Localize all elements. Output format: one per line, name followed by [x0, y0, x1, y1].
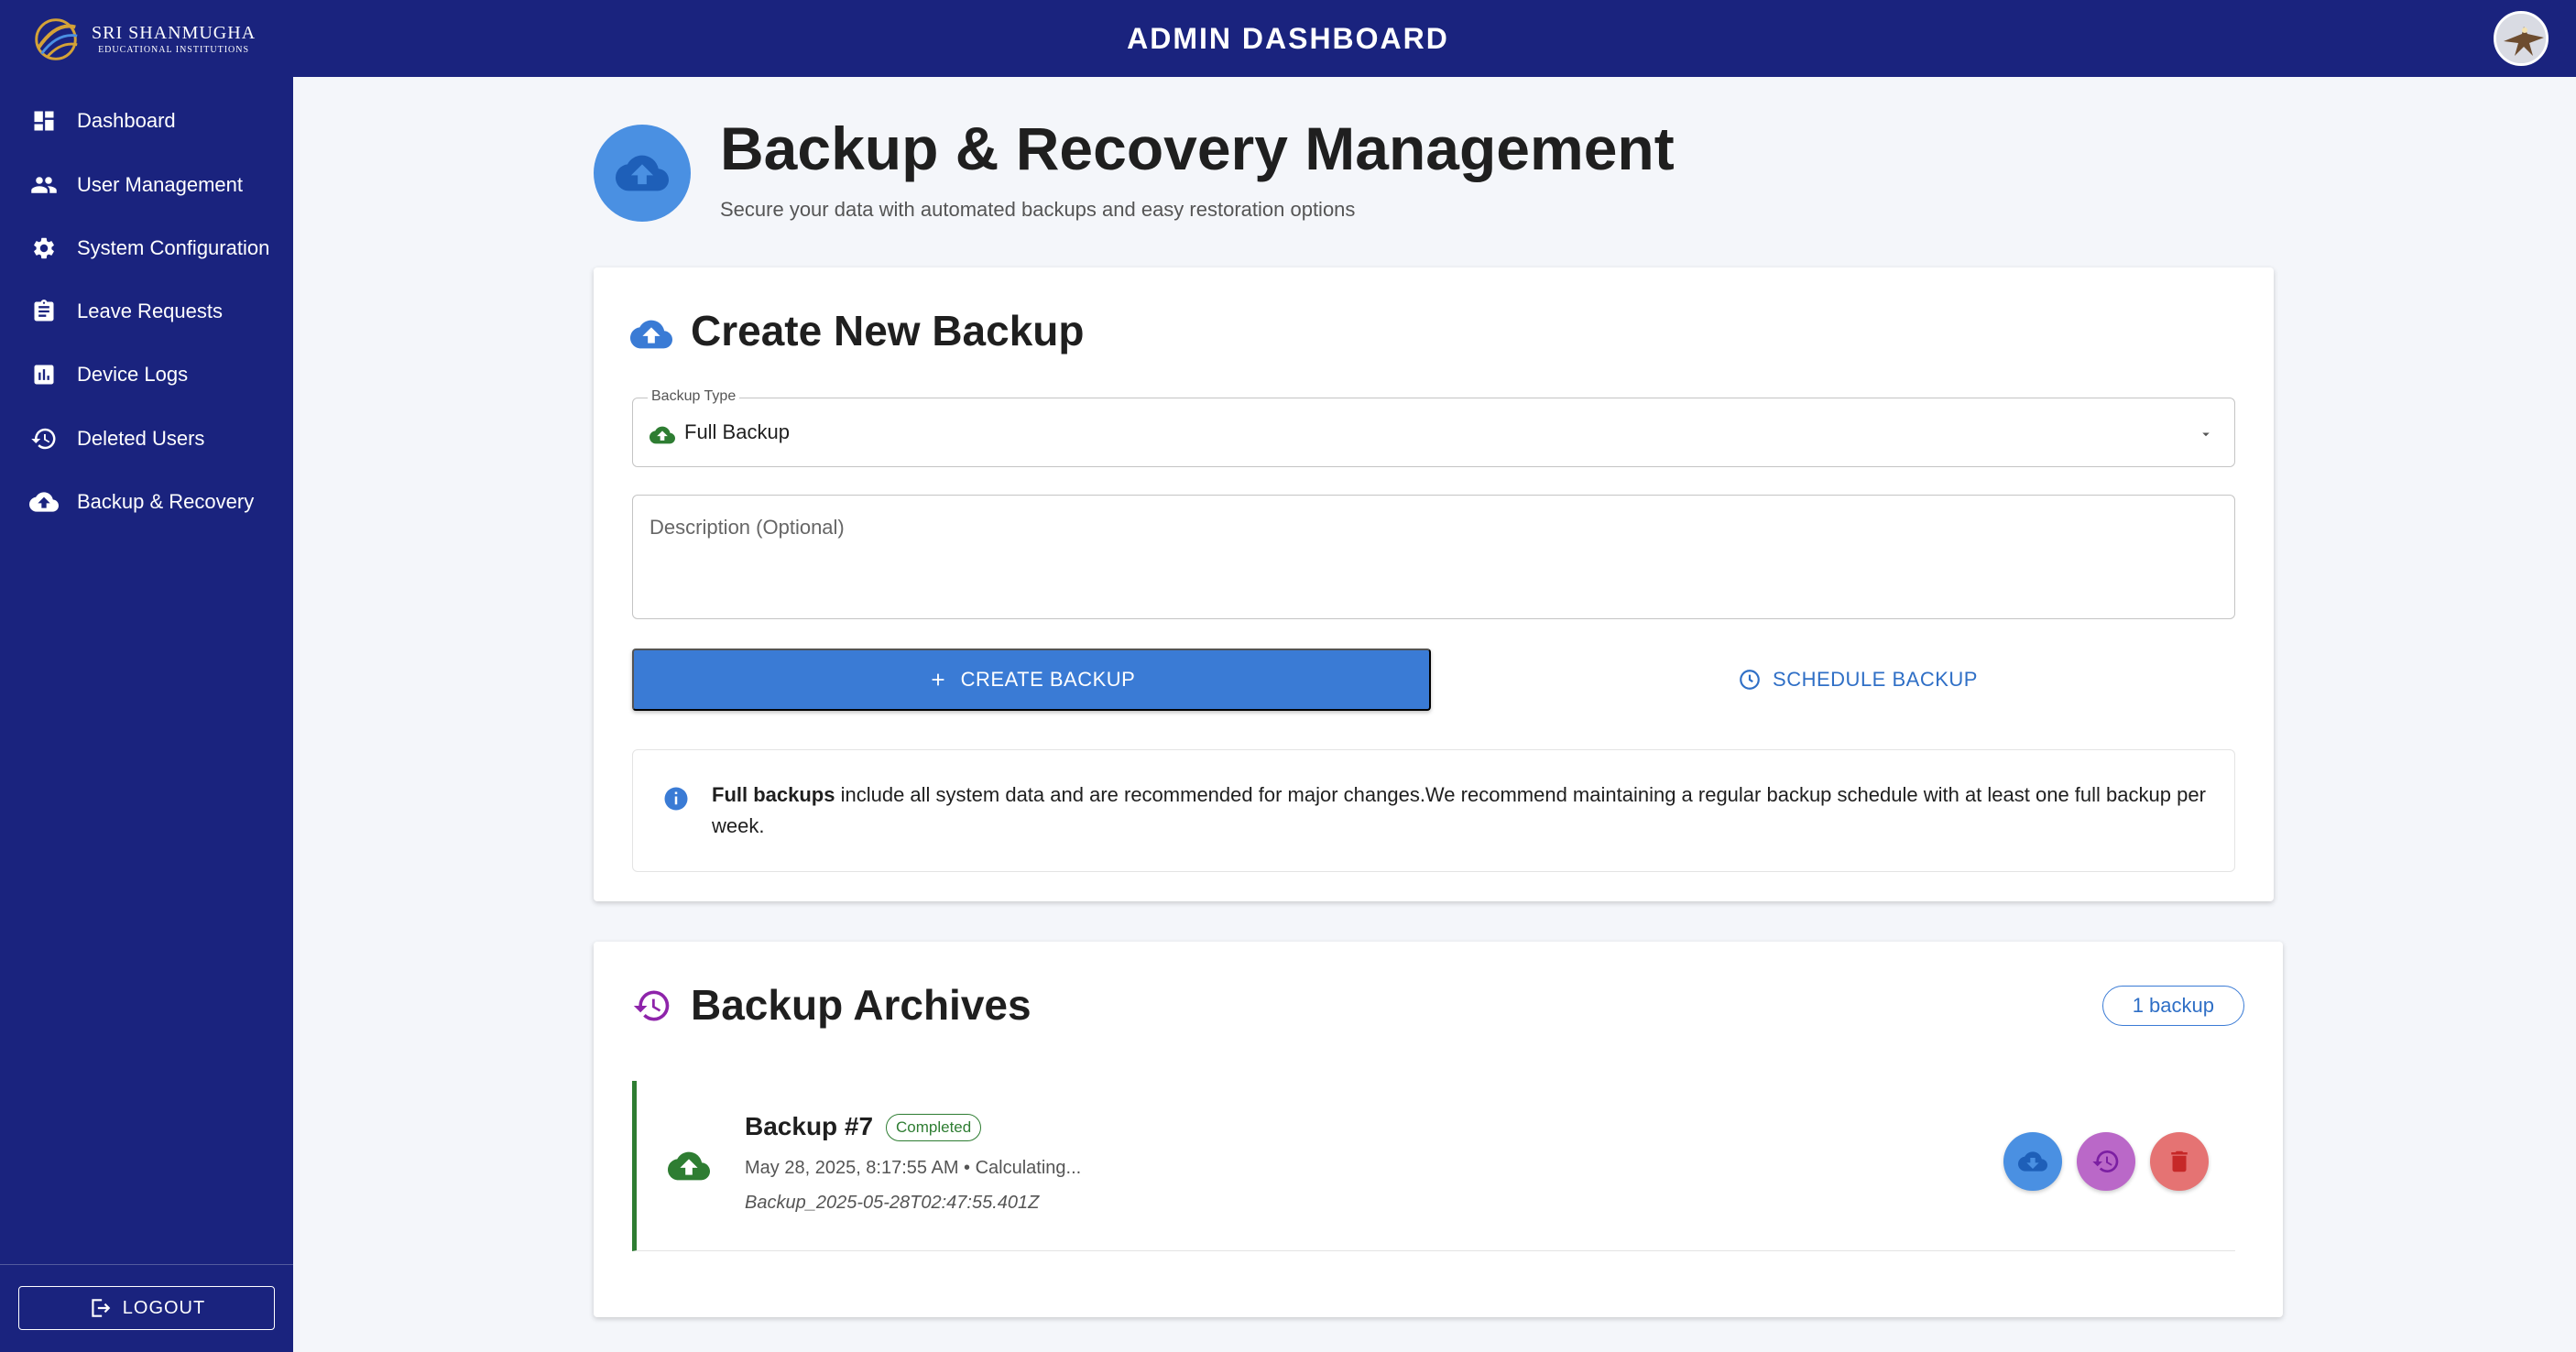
schedule-backup-label: SCHEDULE BACKUP — [1773, 668, 1978, 691]
history-icon — [633, 990, 670, 1021]
download-backup-button[interactable] — [2003, 1132, 2062, 1191]
cloud-download-icon — [2018, 1151, 2047, 1172]
logout-icon — [92, 1299, 111, 1317]
logo-line-2: EDUCATIONAL INSTITUTIONS — [98, 45, 250, 55]
create-backup-title: Create New Backup — [691, 307, 1085, 354]
chart-icon — [29, 360, 59, 389]
trash-icon — [2171, 1150, 2188, 1172]
restore-backup-button[interactable] — [2077, 1132, 2135, 1191]
backup-type-value: Full Backup — [684, 420, 790, 443]
create-backup-button[interactable]: CREATE BACKUP — [632, 649, 1431, 711]
cloud-upload-icon — [29, 487, 59, 517]
cloud-upload-icon — [668, 1151, 710, 1181]
logo-emblem-icon — [35, 18, 78, 60]
sidebar-item-label: Dashboard — [77, 109, 176, 132]
sidebar-item-device-logs[interactable]: Device Logs — [0, 345, 293, 404]
backup-name: Backup #7 — [745, 1112, 874, 1140]
create-backup-card: Create New Backup Backup Type Full Backu… — [594, 267, 2274, 901]
sidebar-item-label: System Configuration — [77, 236, 270, 259]
top-app-bar: SRI SHANMUGHA EDUCATIONAL INSTITUTIONS A… — [0, 0, 2576, 77]
eagle-avatar-icon — [2496, 14, 2546, 63]
clock-icon — [1740, 670, 1760, 690]
info-alert: Full backups include all system data and… — [632, 749, 2235, 872]
institution-logo[interactable]: SRI SHANMUGHA EDUCATIONAL INSTITUTIONS — [29, 13, 256, 66]
cloud-upload-icon — [616, 155, 669, 191]
sidebar-item-leave-requests[interactable]: Leave Requests — [0, 282, 293, 341]
logo-line-1: SRI SHANMUGHA — [92, 23, 257, 43]
sidebar-item-user-management[interactable]: User Management — [0, 156, 293, 214]
sidebar-item-label: Device Logs — [77, 363, 189, 386]
sidebar-item-label: Deleted Users — [77, 427, 205, 450]
clipboard-icon — [29, 297, 59, 326]
page-subtitle: Secure your data with automated backups … — [720, 198, 1356, 221]
backup-type-select[interactable]: Backup Type Full Backup — [632, 388, 2235, 467]
info-icon — [664, 787, 688, 811]
logo-text: SRI SHANMUGHA EDUCATIONAL INSTITUTIONS — [92, 24, 256, 55]
page-title: Backup & Recovery Management — [720, 114, 1675, 182]
sidebar-item-deleted-users[interactable]: Deleted Users — [0, 409, 293, 468]
info-body-text: include all system data and are recommen… — [712, 783, 2206, 837]
backup-archives-title: Backup Archives — [691, 981, 1031, 1029]
sidebar-item-label: User Management — [77, 173, 243, 196]
backup-count-badge: 1 backup — [2101, 986, 2244, 1026]
cloud-upload-icon — [630, 320, 672, 349]
backup-filename: Backup_2025-05-28T02:47:55.401Z — [745, 1193, 1040, 1213]
sidebar-item-dashboard[interactable]: Dashboard — [0, 92, 293, 150]
logout-button[interactable]: LOGOUT — [18, 1286, 275, 1330]
logout-label: LOGOUT — [122, 1297, 206, 1318]
sidebar-item-backup-recovery[interactable]: Backup & Recovery — [0, 473, 293, 531]
gear-icon — [29, 234, 59, 263]
restore-icon — [29, 424, 59, 453]
restore-icon — [2092, 1150, 2119, 1172]
backup-type-label: Backup Type — [648, 388, 740, 405]
status-badge: Completed — [886, 1114, 982, 1141]
backup-archives-card: Backup Archives 1 backup Backup #7 Compl… — [594, 942, 2283, 1317]
user-avatar[interactable] — [2494, 11, 2549, 66]
people-icon — [29, 170, 59, 200]
sidebar: Dashboard User Management System Configu… — [0, 77, 293, 1352]
app-title: ADMIN DASHBOARD — [1127, 21, 1449, 55]
page-header-icon-badge — [594, 125, 691, 222]
schedule-backup-button[interactable]: SCHEDULE BACKUP — [1730, 649, 1986, 711]
dashboard-icon — [29, 106, 59, 136]
info-bold-text: Full backups — [712, 783, 835, 806]
delete-backup-button[interactable] — [2150, 1132, 2209, 1191]
sidebar-item-system-configuration[interactable]: System Configuration — [0, 219, 293, 278]
description-field[interactable]: Description (Optional) — [632, 495, 2235, 619]
description-placeholder: Description (Optional) — [649, 516, 845, 539]
backup-row: Backup #7 Completed May 28, 2025, 8:17:5… — [632, 1081, 2235, 1251]
create-backup-label: CREATE BACKUP — [960, 668, 1136, 691]
sidebar-divider — [0, 1264, 293, 1265]
sidebar-item-label: Backup & Recovery — [77, 490, 255, 513]
backup-meta: May 28, 2025, 8:17:55 AM • Calculating..… — [745, 1158, 1082, 1178]
info-text: Full backups include all system data and… — [712, 780, 2214, 842]
plus-icon — [932, 673, 944, 686]
sidebar-item-label: Leave Requests — [77, 300, 223, 322]
cloud-upload-icon — [649, 426, 675, 444]
chevron-down-icon — [2202, 432, 2210, 437]
